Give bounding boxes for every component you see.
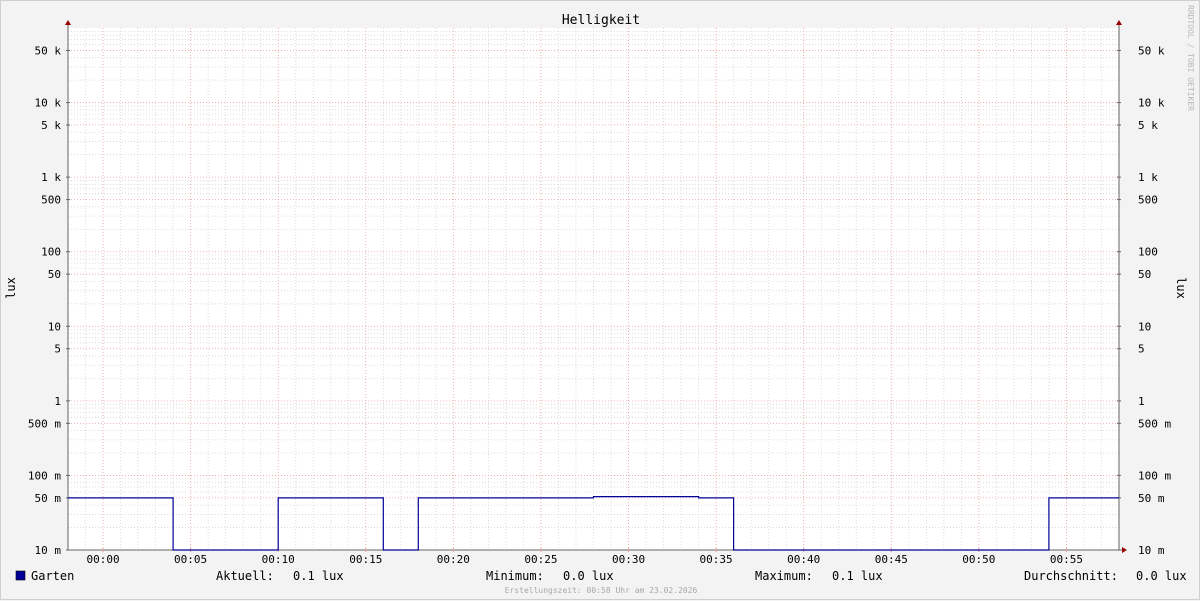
chart-title: Helligkeit	[562, 13, 640, 28]
x-tick-label: 00:15	[349, 553, 382, 566]
y-axis-label-left: lux	[4, 277, 18, 299]
x-tick-labels: 00:00 00:05 00:10 00:15 00:20 00:25 00:30 00:35…	[86, 553, 1083, 566]
y-tick-label-right: 1 k	[1138, 171, 1158, 184]
legend-min-label: Minimum:	[486, 569, 544, 583]
y-tick-label-right: 100 m	[1138, 469, 1171, 482]
y-tick-label-right: 5 k	[1138, 119, 1158, 132]
y-tick-label-left: 50 k	[35, 44, 62, 57]
y-tick-label-right: 50 k	[1138, 44, 1165, 57]
y-tick-label-left: 500	[41, 194, 61, 207]
y-tick-label-right: 50 m	[1138, 492, 1165, 505]
x-tick-label: 00:35	[700, 553, 733, 566]
legend-series-name: Garten	[31, 569, 74, 583]
y-tick-label-left: 50	[48, 268, 61, 281]
y-tick-label-left: 100 m	[28, 469, 61, 482]
y-tick-label-right: 100	[1138, 246, 1158, 259]
y-tick-label-left: 10 k	[35, 97, 62, 110]
legend-max-value: 0.1 lux	[832, 569, 883, 583]
y-tick-label-left: 10	[48, 320, 61, 333]
x-tick-label: 00:45	[875, 553, 908, 566]
legend-avg-label: Durchschnitt:	[1024, 569, 1118, 583]
legend-current-value: 0.1 lux	[293, 569, 344, 583]
creation-timestamp: Erstellungszeit: 00:58 Uhr am 23.02.2026	[505, 586, 698, 595]
y-tick-label-right: 1	[1138, 395, 1145, 408]
y-axis-arrow-left	[65, 20, 71, 25]
y-tick-label-left: 5	[54, 343, 61, 356]
x-tick-label: 00:05	[174, 553, 207, 566]
legend-swatch-garten	[15, 570, 26, 581]
y-tick-labels-left: 50 k 10 k 5 k 1 k 500 100 50 10 5 1 500 m 100 m 50 m…	[28, 44, 61, 557]
y-tick-label-left: 500 m	[28, 417, 61, 430]
graph-frame: 50 k 10 k 5 k 1 k 500 100 50 10 5 1 500 m 100 m 50 m…	[0, 0, 1200, 600]
x-tick-label: 00:30	[612, 553, 645, 566]
y-tick-label-right: 500	[1138, 194, 1158, 207]
y-tick-label-left: 100	[41, 246, 61, 259]
y-tick-label-right: 500 m	[1138, 417, 1171, 430]
y-axis-label-right: lux	[1174, 277, 1188, 299]
brightness-chart: 50 k 10 k 5 k 1 k 500 100 50 10 5 1 500 m 100 m 50 m…	[4, 5, 1195, 595]
y-tick-label-left: 5 k	[41, 119, 61, 132]
y-tick-label-right: 5	[1138, 343, 1145, 356]
y-tick-label-left: 1 k	[41, 171, 61, 184]
legend-avg-value: 0.0 lux	[1136, 569, 1187, 583]
x-tick-label: 00:25	[524, 553, 557, 566]
x-tick-label: 00:55	[1050, 553, 1083, 566]
legend-current-label: Aktuell:	[216, 569, 274, 583]
y-tick-label-left: 50 m	[35, 492, 62, 505]
x-tick-label: 00:10	[262, 553, 295, 566]
rrdtool-watermark: RRDTOOL / TOBI OETIKER	[1186, 5, 1195, 111]
y-tick-label-right: 10 k	[1138, 97, 1165, 110]
x-tick-label: 00:00	[86, 553, 119, 566]
y-tick-label-left: 1	[54, 395, 61, 408]
x-axis-arrow	[1122, 547, 1127, 553]
y-axis-arrow-right	[1116, 20, 1122, 25]
legend-min-value: 0.0 lux	[563, 569, 614, 583]
x-tick-label: 00:50	[962, 553, 995, 566]
y-tick-label-left: 10 m	[35, 544, 62, 557]
x-tick-label: 00:20	[437, 553, 470, 566]
y-tick-labels-right: 50 k 10 k 5 k 1 k 500 100 50 10 5 1 500 m 100 m 50 m…	[1138, 44, 1171, 557]
y-tick-label-right: 50	[1138, 268, 1151, 281]
legend-max-label: Maximum:	[755, 569, 813, 583]
y-tick-label-right: 10 m	[1138, 544, 1165, 557]
x-tick-label: 00:40	[787, 553, 820, 566]
y-tick-label-right: 10	[1138, 320, 1151, 333]
